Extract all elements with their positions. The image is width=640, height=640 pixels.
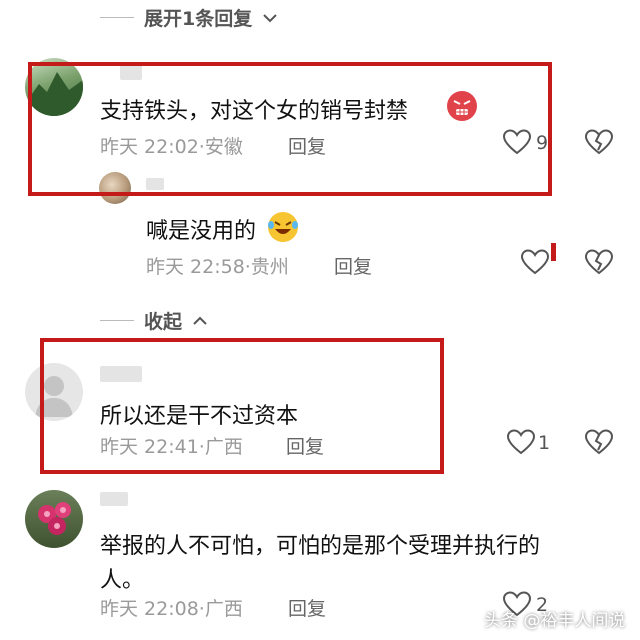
comment-time: 昨天 22:58 xyxy=(146,256,245,278)
like-count: 1 xyxy=(538,432,551,454)
watermark: 头条 @裕丰人间说 xyxy=(484,611,626,631)
expand-replies-label: 展开1条回复 xyxy=(144,8,253,30)
dislike-broken-heart-icon[interactable] xyxy=(584,128,614,156)
divider xyxy=(100,17,134,18)
reply-button[interactable]: 回复 xyxy=(334,252,372,279)
avatar[interactable] xyxy=(25,490,83,548)
highlight-box xyxy=(40,338,444,474)
comment-meta: 昨天 22:58·贵州 xyxy=(146,252,289,279)
collapse-replies-button[interactable]: 收起 xyxy=(100,307,208,334)
like-heart-icon[interactable] xyxy=(506,428,536,456)
highlight-box xyxy=(28,62,552,196)
dislike-broken-heart-icon[interactable] xyxy=(584,248,614,276)
laughing-face-emoji-icon xyxy=(266,210,300,244)
username-blurred xyxy=(100,492,128,506)
reply-button[interactable]: 回复 xyxy=(288,594,326,621)
divider xyxy=(100,320,134,321)
comment-meta: 昨天 22:08·广西 xyxy=(100,594,243,621)
collapse-label: 收起 xyxy=(144,311,183,333)
expand-replies-button[interactable]: 展开1条回复 xyxy=(100,4,278,31)
chevron-up-icon xyxy=(192,315,208,327)
like-heart-icon[interactable] xyxy=(520,248,550,276)
comment-text: 喊是没用的 xyxy=(146,219,257,244)
chevron-down-icon xyxy=(262,12,278,24)
dislike-broken-heart-icon[interactable] xyxy=(584,428,614,456)
comment-location: 广西 xyxy=(204,598,243,620)
comment-time: 昨天 22:08 xyxy=(100,598,199,620)
comment-text-line: 举报的人不可怕，可怕的是那个受理并执行的 xyxy=(100,534,541,559)
red-marker xyxy=(551,243,556,261)
comment-text-line: 人。 xyxy=(100,568,145,593)
comment-location: 贵州 xyxy=(250,256,289,278)
